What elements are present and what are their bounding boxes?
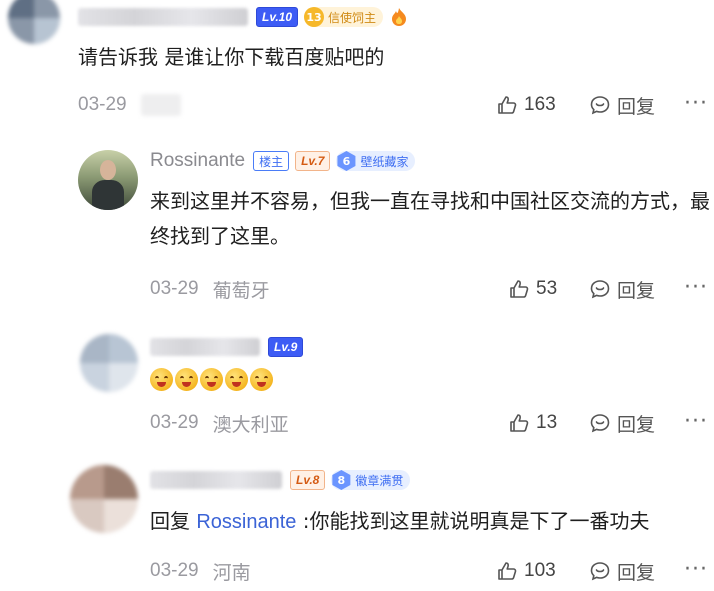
comment-text: 回复 Rossinante :你能找到这里就说明真是下了一番功夫 bbox=[150, 504, 714, 540]
like-button[interactable]: 163 bbox=[496, 91, 556, 119]
comment-bubble-icon bbox=[590, 280, 610, 299]
fan-badge: 8 徽章满贯 bbox=[331, 470, 411, 490]
reply-button[interactable]: 回复 bbox=[589, 409, 655, 437]
like-count: 53 bbox=[536, 278, 558, 299]
comment-date: 03-29 bbox=[78, 94, 127, 115]
comment-text: 来到这里并不容易，但我一直在寻找和中国社区交流的方式，最终找到了这里。 bbox=[150, 189, 710, 248]
like-button[interactable]: 13 bbox=[508, 409, 557, 437]
comment-text: 请告诉我 是谁让你下载百度贴吧的 bbox=[78, 45, 385, 69]
thumbs-up-icon bbox=[498, 96, 517, 114]
laughing-emoji-icon bbox=[200, 368, 223, 391]
comment-meta: 03-29 河南 bbox=[150, 557, 251, 585]
comment-location: 葡萄牙 bbox=[212, 279, 270, 302]
comment-bubble-icon bbox=[590, 414, 610, 433]
laughing-emoji-icon bbox=[175, 368, 198, 391]
avatar[interactable] bbox=[80, 334, 138, 392]
fan-badge-label: 徽章满贯 bbox=[355, 473, 404, 488]
thumbs-up-icon bbox=[510, 280, 529, 298]
avatar[interactable] bbox=[8, 0, 60, 44]
emoji-row bbox=[150, 368, 273, 391]
laughing-emoji-icon bbox=[225, 368, 248, 391]
comment-meta: 03-29 葡萄牙 bbox=[150, 275, 270, 303]
like-button[interactable]: 103 bbox=[496, 557, 556, 585]
reply-to-username[interactable]: Rossinante bbox=[196, 511, 296, 533]
fan-badge: 13 信使饲主 bbox=[304, 7, 384, 27]
level-badge: Lv.8 bbox=[290, 470, 326, 490]
comment-bubble-icon bbox=[590, 96, 610, 115]
thumbs-up-icon bbox=[498, 562, 517, 580]
fan-badge-label: 信使饲主 bbox=[328, 10, 377, 25]
username-blurred[interactable] bbox=[150, 471, 282, 489]
comment-location: 澳大利亚 bbox=[212, 413, 289, 436]
reply-button[interactable]: 回复 bbox=[589, 275, 655, 303]
name-row: Rossinante 楼主 Lv.7 6 壁纸藏家 bbox=[150, 148, 421, 174]
like-count: 163 bbox=[524, 94, 556, 115]
username[interactable]: Rossinante bbox=[150, 150, 245, 172]
comment-meta: 03-29 bbox=[78, 91, 181, 119]
fan-badge-number: 13 bbox=[304, 7, 325, 27]
thumbs-up-icon bbox=[510, 414, 529, 432]
reply-prefix: 回复 bbox=[150, 509, 197, 533]
avatar[interactable] bbox=[78, 150, 138, 210]
level-badge: Lv.7 bbox=[295, 151, 331, 171]
fan-badge-number: 6 bbox=[337, 151, 356, 171]
reply-label: 回复 bbox=[617, 413, 656, 436]
fan-badge: 6 壁纸藏家 bbox=[336, 151, 416, 171]
reply-button[interactable]: 回复 bbox=[589, 91, 655, 119]
laughing-emoji-icon bbox=[150, 368, 173, 391]
comment-date: 03-29 bbox=[150, 560, 199, 581]
reply-label: 回复 bbox=[617, 561, 656, 584]
name-row: Lv.9 bbox=[150, 334, 309, 360]
username-blurred[interactable] bbox=[150, 338, 260, 356]
reply-button[interactable]: 回复 bbox=[589, 557, 655, 585]
fan-badge-label: 壁纸藏家 bbox=[360, 154, 409, 169]
level-badge: Lv.9 bbox=[268, 337, 304, 357]
comment-body: :你能找到这里就说明真是下了一番功夫 bbox=[296, 509, 650, 533]
more-options-button[interactable]: ··· bbox=[684, 555, 708, 583]
reply-label: 回复 bbox=[617, 279, 656, 302]
like-button[interactable]: 53 bbox=[508, 275, 557, 303]
more-options-button[interactable]: ··· bbox=[684, 273, 708, 301]
level-badge: Lv.10 bbox=[256, 7, 299, 27]
username-blurred[interactable] bbox=[78, 8, 248, 26]
like-count: 13 bbox=[536, 412, 558, 433]
owner-badge: 楼主 bbox=[253, 151, 290, 171]
comment-date: 03-29 bbox=[150, 278, 199, 299]
reply-label: 回复 bbox=[617, 95, 656, 118]
comment-date: 03-29 bbox=[150, 412, 199, 433]
comment-meta: 03-29 澳大利亚 bbox=[150, 409, 289, 437]
more-options-button[interactable]: ··· bbox=[684, 407, 708, 435]
fire-icon bbox=[392, 8, 407, 26]
more-options-button[interactable]: ··· bbox=[684, 89, 708, 117]
like-count: 103 bbox=[524, 560, 556, 581]
location-blurred bbox=[140, 94, 181, 116]
laughing-emoji-icon bbox=[250, 368, 273, 391]
fan-badge-number: 8 bbox=[332, 470, 351, 490]
name-row: Lv.8 8 徽章满贯 bbox=[150, 467, 416, 493]
comment-bubble-icon bbox=[590, 562, 610, 581]
comment-location: 河南 bbox=[212, 561, 251, 584]
avatar[interactable] bbox=[70, 465, 138, 533]
name-row: Lv.10 13 信使饲主 bbox=[78, 4, 409, 30]
